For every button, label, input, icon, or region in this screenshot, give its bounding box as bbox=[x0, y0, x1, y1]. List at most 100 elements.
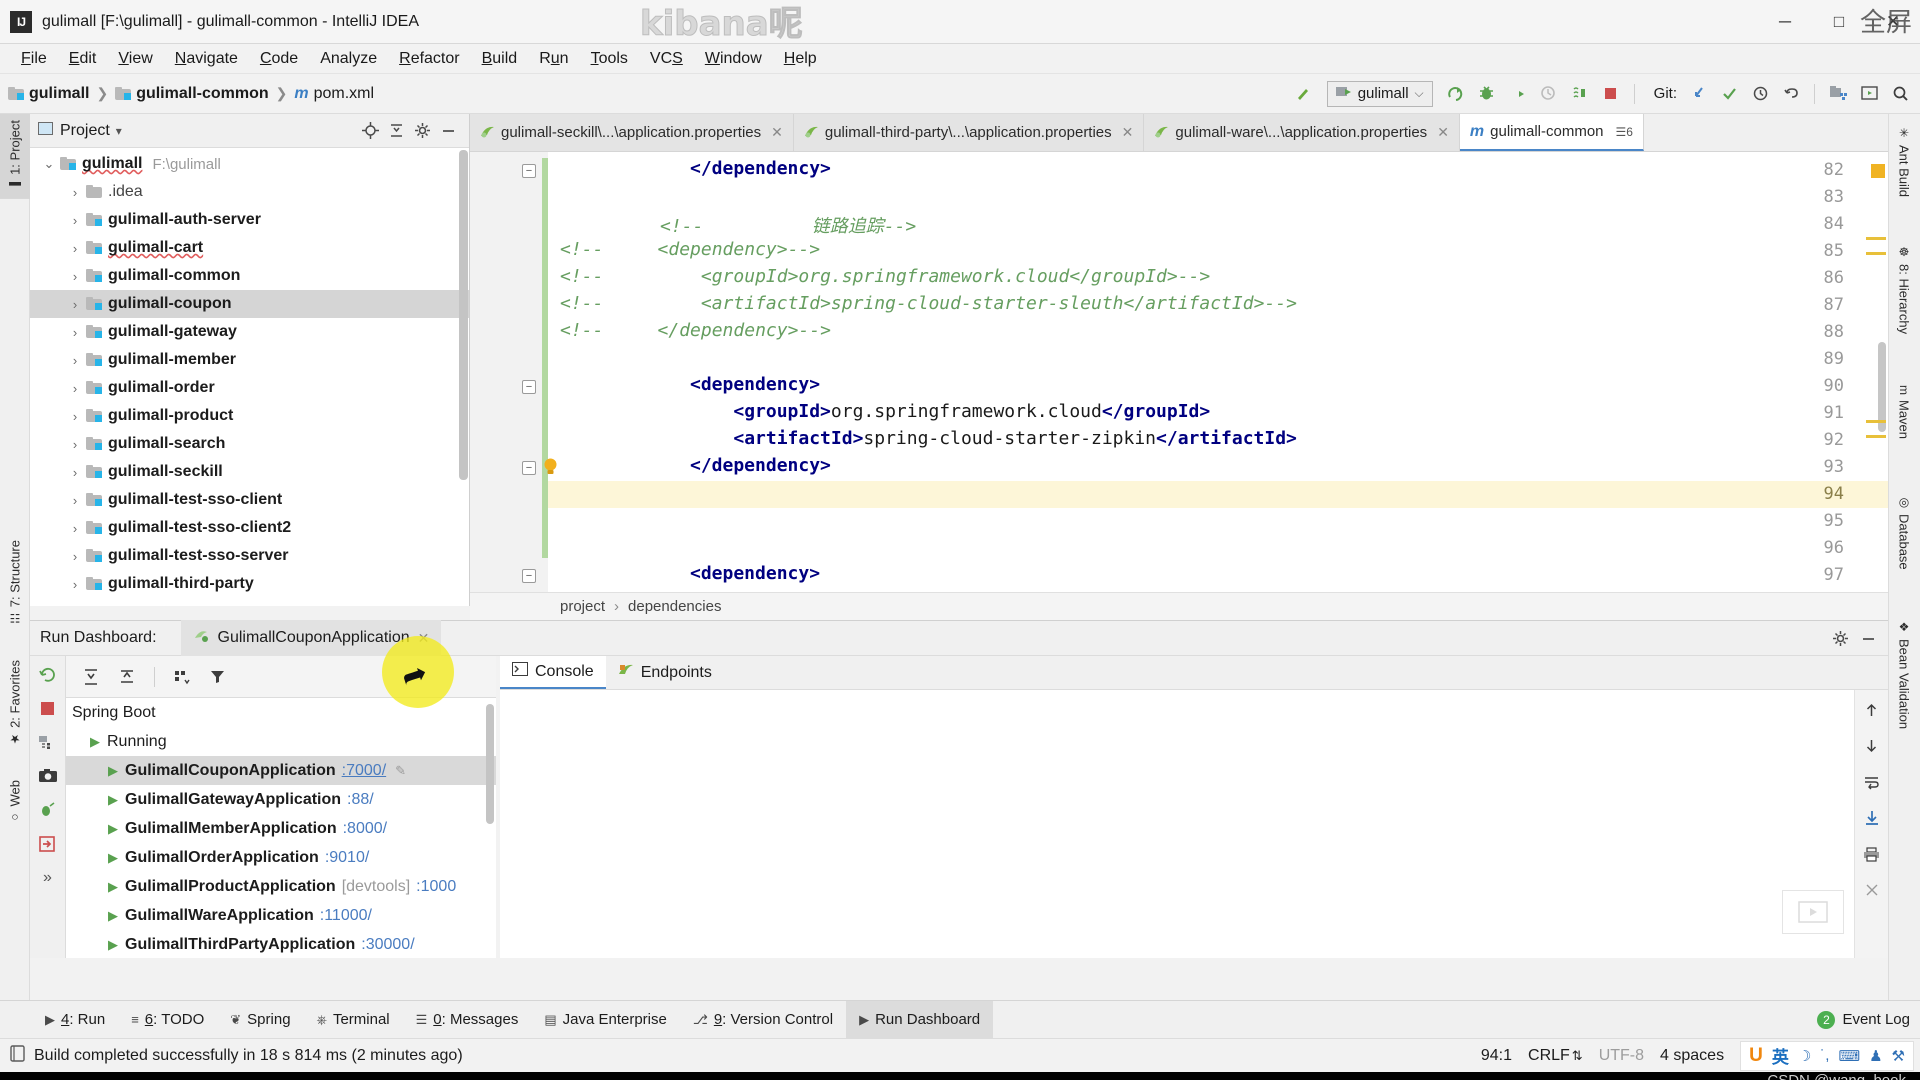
run-with-coverage-icon[interactable] bbox=[1504, 80, 1532, 108]
close-icon[interactable]: ✕ bbox=[1437, 124, 1449, 141]
warning-stripe-marker[interactable] bbox=[1866, 237, 1886, 240]
intention-bulb-icon[interactable] bbox=[542, 457, 559, 481]
scroll-to-end-icon[interactable] bbox=[1859, 806, 1885, 830]
menu-refactor[interactable]: Refactor bbox=[388, 48, 470, 70]
tool-window-button-run-dashboard[interactable]: ▶ Run Dashboard bbox=[846, 1000, 994, 1039]
tool-window-maven[interactable]: m Maven bbox=[1888, 379, 1920, 445]
editor-tab-3[interactable]: gulimall-ware\...\application.properties… bbox=[1144, 114, 1460, 151]
project-tree-node-gulimall-cart[interactable]: › gulimall-cart bbox=[30, 234, 469, 262]
run-dashboard-row-gulimallmemberapplication[interactable]: ▶ GulimallMemberApplication:8000/ bbox=[66, 814, 496, 843]
locate-icon[interactable] bbox=[357, 118, 383, 144]
menu-analyze[interactable]: Analyze bbox=[309, 48, 388, 70]
chevron-right-icon[interactable]: › bbox=[64, 577, 86, 592]
menu-build[interactable]: Build bbox=[471, 48, 529, 70]
application-port-link[interactable]: :11000/ bbox=[320, 907, 372, 925]
chevron-down-icon[interactable]: ▾ bbox=[116, 124, 122, 138]
debug-icon[interactable] bbox=[35, 798, 61, 822]
indent-setting[interactable]: 4 spaces bbox=[1660, 1047, 1724, 1065]
sogou-icon[interactable]: U bbox=[1749, 1045, 1763, 1067]
editor-tab-4[interactable]: m gulimall-common ☰6 bbox=[1459, 114, 1644, 151]
run-dashboard-row-gulimallgatewayapplication[interactable]: ▶ GulimallGatewayApplication:88/ bbox=[66, 785, 496, 814]
application-port-link[interactable]: :1000 bbox=[416, 878, 456, 896]
tool-window-1-project[interactable]: ▬ 1: Project bbox=[0, 114, 30, 199]
code-fold-marker[interactable]: − bbox=[522, 569, 536, 583]
hide-icon[interactable] bbox=[1854, 624, 1882, 652]
tool-window-button-spring[interactable]: ❦ Spring bbox=[217, 1001, 303, 1039]
warning-stripe-marker-2[interactable] bbox=[1866, 252, 1886, 255]
rerun-icon[interactable] bbox=[35, 662, 61, 686]
project-tree-node-gulimall-gateway[interactable]: › gulimall-gateway bbox=[30, 318, 469, 346]
editor-vertical-scrollbar[interactable] bbox=[1878, 342, 1886, 432]
tool-window-7-structure[interactable]: ☷ 7: Structure bbox=[0, 534, 30, 631]
tool-window-ant-build[interactable]: ✳ Ant Build bbox=[1888, 120, 1920, 203]
project-tree-node-gulimall[interactable]: ⌄ gulimall F:\gulimall bbox=[30, 150, 469, 178]
menu-vcs[interactable]: VCS bbox=[639, 48, 694, 70]
application-port-link[interactable]: :30000/ bbox=[361, 936, 414, 954]
chevron-right-icon[interactable]: › bbox=[64, 353, 86, 368]
punctuation-icon[interactable]: ˙, bbox=[1820, 1047, 1829, 1064]
tool-window-2-favorites[interactable]: ★ 2: Favorites bbox=[0, 654, 30, 752]
user-icon[interactable]: ♟ bbox=[1869, 1047, 1882, 1065]
project-tree-node-gulimall-order[interactable]: › gulimall-order bbox=[30, 374, 469, 402]
gear-icon[interactable] bbox=[409, 118, 435, 144]
run-configuration-selector[interactable]: gulimall ⌵ bbox=[1326, 80, 1433, 107]
history-icon[interactable] bbox=[1746, 80, 1774, 108]
gear-icon[interactable] bbox=[1826, 624, 1854, 652]
tool-window-bean-validation[interactable]: ❖ Bean Validation bbox=[1888, 614, 1920, 735]
menu-view[interactable]: View bbox=[107, 48, 163, 70]
build-hammer-icon[interactable] bbox=[1290, 80, 1318, 108]
project-tree-node-gulimall-test-sso-client[interactable]: › gulimall-test-sso-client bbox=[30, 486, 469, 514]
tool-window-button-0-messages[interactable]: ☰ 0: Messages bbox=[403, 1001, 532, 1039]
collapse-all-icon[interactable] bbox=[112, 663, 142, 691]
editor-gutter[interactable] bbox=[470, 152, 548, 606]
tool-window-8-hierarchy[interactable]: ☸ 8: Hierarchy bbox=[1888, 239, 1920, 340]
project-tree-node-gulimall-product[interactable]: › gulimall-product bbox=[30, 402, 469, 430]
print-icon[interactable] bbox=[1859, 842, 1885, 866]
code-fold-marker[interactable]: − bbox=[522, 461, 536, 475]
run-dashboard-row-running[interactable]: ▶ Running bbox=[66, 727, 496, 756]
clear-icon[interactable] bbox=[1859, 878, 1885, 902]
project-tree[interactable]: ⌄ gulimall F:\gulimall › .idea › gulimall-auth… bbox=[30, 148, 469, 606]
tool-window-button-java-enterprise[interactable]: ▤ Java Enterprise bbox=[531, 1001, 680, 1039]
warning-stripe-marker-3[interactable] bbox=[1866, 420, 1886, 423]
attach-process-icon[interactable] bbox=[1566, 80, 1594, 108]
event-log-label[interactable]: Event Log bbox=[1842, 1011, 1910, 1028]
project-tree-node-gulimall-member[interactable]: › gulimall-member bbox=[30, 346, 469, 374]
run-dashboard-row-gulimallthirdpartyapplication[interactable]: ▶ GulimallThirdPartyApplication:30000/ bbox=[66, 930, 496, 958]
chevron-right-icon[interactable]: › bbox=[64, 521, 86, 536]
project-tree-node-gulimall-auth-server[interactable]: › gulimall-auth-server bbox=[30, 206, 469, 234]
hide-icon[interactable] bbox=[435, 118, 461, 144]
group-by-icon[interactable] bbox=[167, 663, 197, 691]
chevron-right-icon[interactable]: › bbox=[64, 381, 86, 396]
run-icon[interactable] bbox=[1442, 80, 1470, 108]
tool-window-button-6-todo[interactable]: ≡ 6: TODO bbox=[118, 1001, 217, 1039]
close-icon[interactable]: ✕ bbox=[1122, 124, 1134, 141]
export-icon[interactable] bbox=[35, 832, 61, 856]
error-stripe-marker[interactable] bbox=[1871, 164, 1885, 178]
run-dashboard-row-gulimallproductapplication[interactable]: ▶ GulimallProductApplication [devtools]:10… bbox=[66, 872, 496, 901]
menu-file[interactable]: File bbox=[10, 48, 58, 70]
preview-icon[interactable] bbox=[1855, 80, 1883, 108]
code-fold-marker[interactable]: − bbox=[522, 380, 536, 394]
editor-tab-2[interactable]: gulimall-third-party\...\application.pro… bbox=[793, 114, 1145, 151]
project-tree-node-idea[interactable]: › .idea bbox=[30, 178, 469, 206]
run-dashboard-row-gulimallwareapplication[interactable]: ▶ GulimallWareApplication:11000/ bbox=[66, 901, 496, 930]
menu-code[interactable]: Code bbox=[249, 48, 309, 70]
expand-all-icon[interactable] bbox=[76, 663, 106, 691]
chevron-right-icon[interactable]: › bbox=[64, 465, 86, 480]
menu-run[interactable]: Run bbox=[528, 48, 579, 70]
editor-breadcrumbs[interactable]: project › dependencies bbox=[470, 592, 1888, 620]
edit-pencil-icon[interactable]: ✎ bbox=[395, 763, 406, 779]
minimize-button[interactable]: ─ bbox=[1758, 0, 1812, 44]
chevron-right-icon[interactable]: › bbox=[64, 493, 86, 508]
file-encoding[interactable]: UTF-8 bbox=[1599, 1047, 1644, 1065]
scroll-down-icon[interactable] bbox=[1859, 734, 1885, 758]
camera-icon[interactable] bbox=[35, 764, 61, 788]
chevron-right-icon[interactable]: › bbox=[64, 213, 86, 228]
commit-icon[interactable] bbox=[1715, 80, 1743, 108]
code-fold-marker[interactable]: − bbox=[522, 164, 536, 178]
project-tree-node-gulimall-third-party[interactable]: › gulimall-third-party bbox=[30, 570, 469, 598]
tool-window-button-9-version-control[interactable]: ⎇ 9: Version Control bbox=[680, 1001, 846, 1039]
editor-breadcrumb-dependencies[interactable]: dependencies bbox=[628, 598, 721, 615]
stop-icon[interactable] bbox=[1597, 80, 1625, 108]
